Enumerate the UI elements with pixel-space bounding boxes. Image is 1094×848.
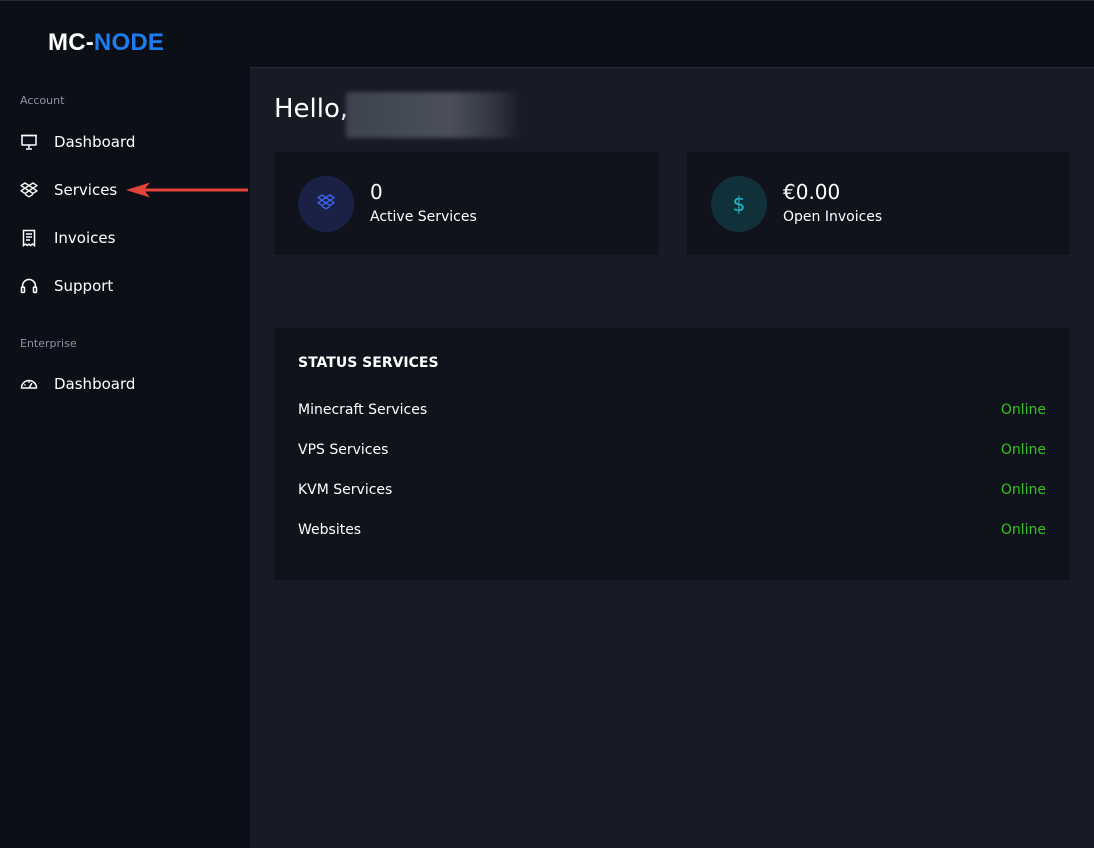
receipt-icon <box>20 229 38 247</box>
status-row-vps: VPS Services Online <box>298 442 1046 462</box>
redacted-username <box>346 92 522 138</box>
active-services-card[interactable]: 0 Active Services <box>274 152 658 255</box>
active-services-icon-circle <box>298 176 354 232</box>
dropbox-icon <box>317 193 335 215</box>
status-row-name: Websites <box>298 522 362 538</box>
annotation-arrow-icon <box>126 182 248 198</box>
open-invoices-label: Open Invoices <box>783 209 883 225</box>
status-row-name: KVM Services <box>298 482 393 498</box>
sidebar-item-support[interactable]: Support <box>0 268 250 304</box>
monitor-icon <box>20 133 38 151</box>
status-row-minecraft: Minecraft Services Online <box>298 402 1046 422</box>
status-badge: Online <box>1000 482 1046 498</box>
sidebar-item-enterprise-dashboard[interactable]: Dashboard <box>0 366 250 402</box>
brand-logo-part2: NODE <box>93 29 165 56</box>
status-services-title: STATUS SERVICES <box>298 355 439 371</box>
sidebar-item-invoices[interactable]: Invoices <box>0 220 250 256</box>
open-invoices-amount: €0.00 <box>783 180 841 204</box>
sidebar-item-label: Services <box>54 181 118 199</box>
headphones-icon <box>20 277 38 295</box>
sidebar-item-dashboard[interactable]: Dashboard <box>0 124 250 160</box>
status-row-name: Minecraft Services <box>298 402 428 418</box>
app-window: MC-NODE Account Dashboard Services Invoi… <box>0 0 1094 848</box>
main-content: Hello, 0 Active Services $ €0.00 Open In… <box>250 67 1094 848</box>
sidebar-item-label: Dashboard <box>54 375 136 393</box>
open-invoices-card[interactable]: $ €0.00 Open Invoices <box>687 152 1070 255</box>
dollar-icon: $ <box>732 192 746 216</box>
sidebar-item-label: Support <box>54 277 114 295</box>
brand-logo-part1: MC- <box>48 29 94 56</box>
active-services-count: 0 <box>370 180 383 204</box>
dropbox-icon <box>20 181 38 199</box>
status-badge: Online <box>1000 522 1046 538</box>
greeting: Hello, <box>274 94 349 124</box>
status-row-kvm: KVM Services Online <box>298 482 1046 502</box>
sidebar-section-enterprise: Enterprise <box>20 337 77 350</box>
top-bar: MC-NODE <box>0 0 1094 67</box>
brand-logo[interactable]: MC-NODE <box>48 29 164 57</box>
speedometer-icon <box>20 375 38 393</box>
active-services-label: Active Services <box>370 209 477 225</box>
status-row-name: VPS Services <box>298 442 389 458</box>
status-services-card: STATUS SERVICES Minecraft Services Onlin… <box>274 328 1070 580</box>
status-badge: Online <box>1000 402 1046 418</box>
status-badge: Online <box>1000 442 1046 458</box>
sidebar-item-label: Invoices <box>54 229 116 247</box>
status-row-websites: Websites Online <box>298 522 1046 542</box>
sidebar-item-label: Dashboard <box>54 133 136 151</box>
sidebar-section-account: Account <box>20 94 65 107</box>
open-invoices-icon-circle: $ <box>711 176 767 232</box>
